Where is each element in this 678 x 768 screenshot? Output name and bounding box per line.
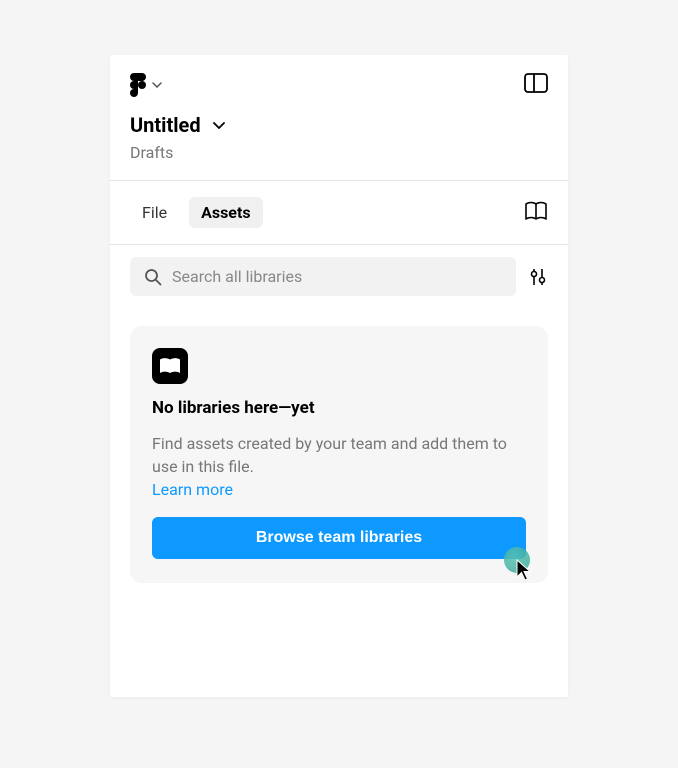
book-icon bbox=[159, 357, 181, 375]
file-name-dropdown[interactable]: Untitled bbox=[130, 113, 548, 137]
browse-team-libraries-button[interactable]: Browse team libraries bbox=[152, 517, 526, 559]
tabs-row: File Assets bbox=[110, 181, 568, 244]
search-placeholder: Search all libraries bbox=[172, 267, 302, 286]
file-title: Untitled bbox=[130, 113, 201, 137]
top-bar bbox=[110, 55, 568, 97]
search-input[interactable]: Search all libraries bbox=[130, 257, 516, 296]
cursor-arrow-icon bbox=[516, 559, 534, 581]
sliders-icon bbox=[528, 267, 548, 287]
search-row: Search all libraries bbox=[110, 245, 568, 296]
tab-file[interactable]: File bbox=[130, 197, 179, 228]
empty-state-card: No libraries here—yet Find assets create… bbox=[130, 326, 548, 583]
tab-assets[interactable]: Assets bbox=[189, 197, 262, 228]
panel-spacer bbox=[110, 607, 568, 697]
learn-more-link[interactable]: Learn more bbox=[152, 480, 233, 499]
book-icon bbox=[524, 201, 548, 221]
assets-panel: Untitled Drafts File Assets Search all l… bbox=[110, 55, 568, 697]
empty-state-title: No libraries here—yet bbox=[152, 398, 526, 418]
library-button[interactable] bbox=[524, 201, 548, 225]
chevron-down-icon bbox=[152, 82, 162, 88]
figma-logo-icon bbox=[130, 73, 146, 97]
card-icon-wrap bbox=[152, 348, 188, 384]
sidebar-icon bbox=[524, 73, 548, 93]
toggle-sidebar-button[interactable] bbox=[524, 73, 548, 97]
app-menu[interactable] bbox=[130, 73, 162, 97]
title-section: Untitled Drafts bbox=[110, 97, 568, 180]
filter-button[interactable] bbox=[528, 267, 548, 287]
tabs: File Assets bbox=[130, 197, 263, 228]
chevron-down-icon bbox=[213, 122, 225, 129]
empty-state-description: Find assets created by your team and add… bbox=[152, 432, 526, 478]
search-icon bbox=[144, 268, 162, 286]
file-location: Drafts bbox=[130, 143, 548, 162]
